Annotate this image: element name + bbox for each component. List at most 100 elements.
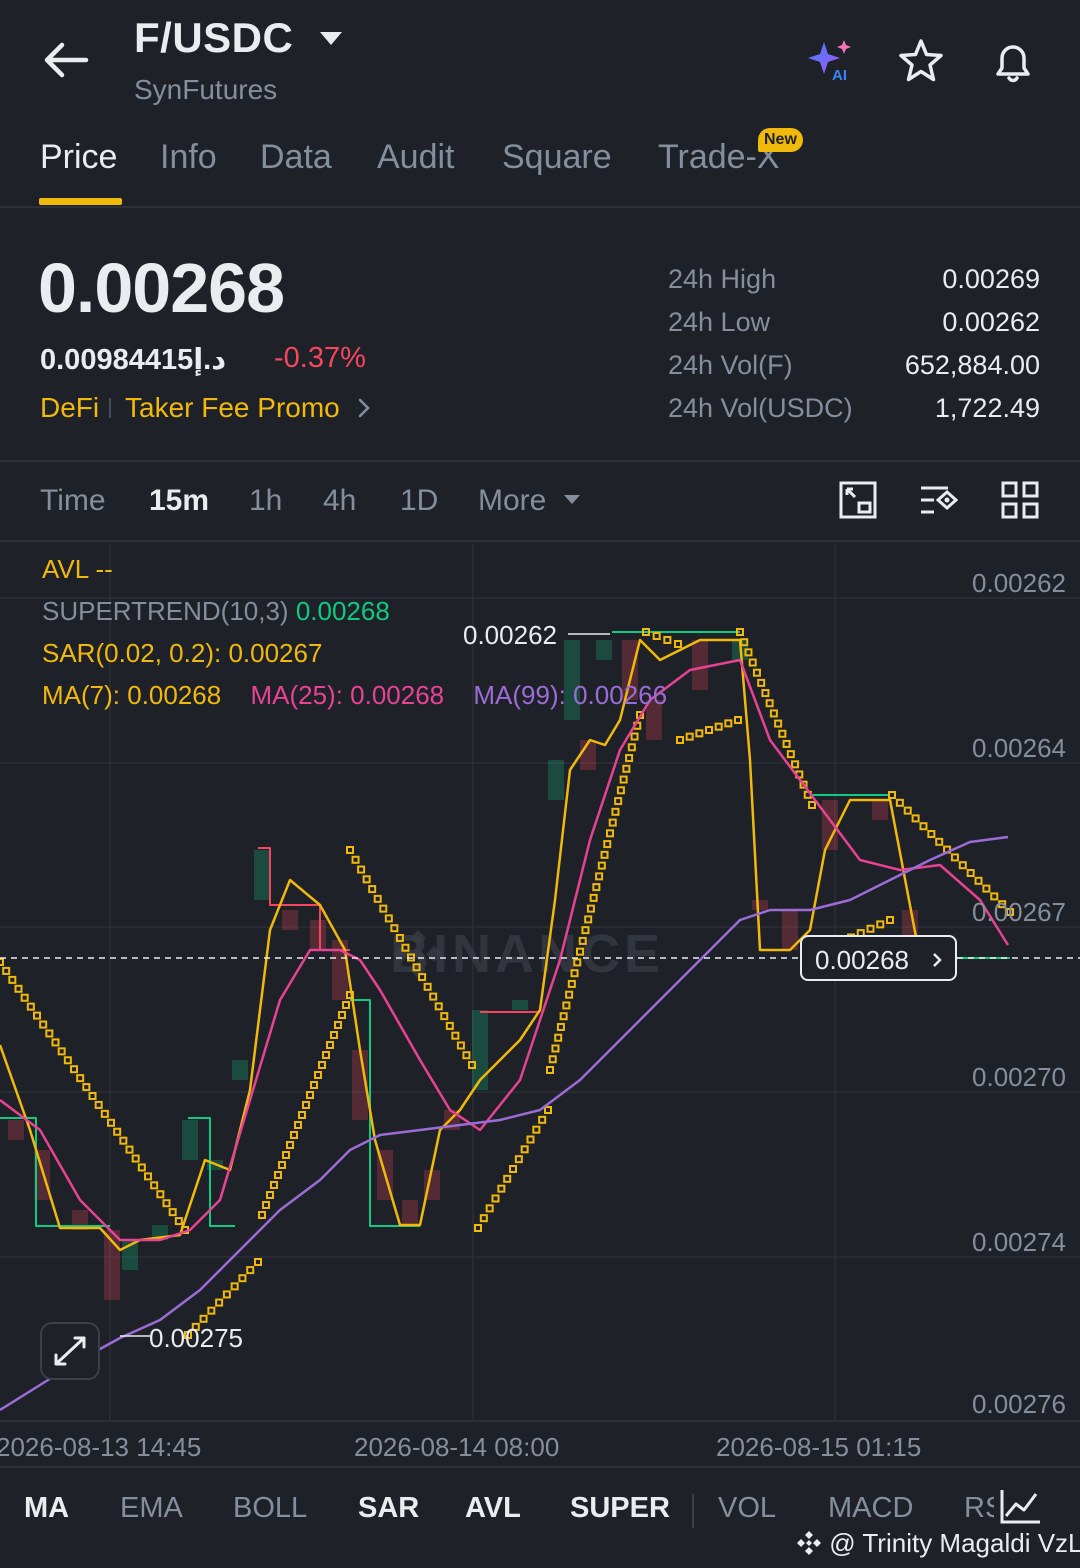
tab-price[interactable]: Price xyxy=(40,138,117,177)
promo-tag[interactable]: Taker Fee Promo xyxy=(125,392,340,424)
star-icon[interactable] xyxy=(896,36,946,86)
sar-dot xyxy=(314,1071,322,1079)
sar-dot xyxy=(342,1001,350,1009)
caret-down-icon[interactable] xyxy=(562,492,582,506)
sar-dot xyxy=(199,1314,208,1323)
sar-dot xyxy=(274,1171,282,1179)
timeframe-4h[interactable]: 4h xyxy=(323,484,356,518)
sar-dot xyxy=(491,1194,500,1203)
sar-dot xyxy=(619,775,628,784)
chevron-right-icon[interactable] xyxy=(356,396,372,420)
category-tag[interactable]: DeFi xyxy=(40,392,99,424)
sar-dot xyxy=(950,853,959,862)
sar-dot xyxy=(886,916,894,924)
sar-dot xyxy=(290,1131,298,1139)
sar-dot xyxy=(51,1038,60,1047)
indicator-super[interactable]: SUPER xyxy=(570,1492,670,1525)
fullscreen-chart-icon[interactable] xyxy=(838,480,878,520)
sar-dot xyxy=(616,786,625,795)
legend-ma25-label: MA(25): xyxy=(250,680,343,710)
sar-dot xyxy=(652,632,661,640)
indicator-avl[interactable]: AVL xyxy=(465,1492,521,1525)
timeframe-15m[interactable]: 15m xyxy=(149,484,209,518)
sar-dot xyxy=(614,797,623,806)
legend-sar: SAR(0.02, 0.2): 0.00267 xyxy=(42,638,322,669)
new-badge: New xyxy=(758,128,803,152)
indicator-ema[interactable]: EMA xyxy=(120,1492,183,1525)
sar-dot xyxy=(310,1081,318,1089)
sar-dot xyxy=(278,1161,286,1169)
sar-dot xyxy=(606,829,614,838)
sar-dot xyxy=(207,1306,216,1315)
sar-dot xyxy=(298,1111,306,1119)
timeframe-more[interactable]: More xyxy=(478,484,546,518)
sar-dot xyxy=(786,750,795,759)
pair-title[interactable]: F/USDC xyxy=(134,14,293,62)
binance-logo-icon xyxy=(797,1531,821,1555)
indicator-vol[interactable]: VOL xyxy=(718,1492,776,1525)
candle-body xyxy=(8,1120,24,1140)
ai-sparkle-icon[interactable]: AI xyxy=(806,36,856,86)
sar-dot xyxy=(0,958,4,966)
sar-dot xyxy=(974,876,983,885)
timeframe-time[interactable]: Time xyxy=(40,484,106,518)
back-arrow-icon[interactable] xyxy=(38,38,92,82)
sar-dot xyxy=(322,1051,330,1059)
y-axis-label: 0.00274 xyxy=(972,1227,1066,1257)
tab-data[interactable]: Data xyxy=(260,138,332,177)
sar-dot xyxy=(462,1051,471,1060)
sar-dot xyxy=(600,850,609,859)
sar-dot xyxy=(544,1106,552,1114)
sar-dot xyxy=(597,861,606,870)
tab-info[interactable]: Info xyxy=(160,138,217,177)
sar-dot xyxy=(714,722,723,731)
current-price-label[interactable]: 0.00268 xyxy=(800,935,957,981)
sar-dot xyxy=(318,1061,326,1069)
sar-dot xyxy=(782,739,791,748)
sar-dot xyxy=(919,822,928,831)
sar-dot xyxy=(246,1266,255,1275)
sar-dot xyxy=(778,729,787,738)
sar-dot xyxy=(808,801,816,809)
grid-layout-icon[interactable] xyxy=(1000,480,1040,520)
sar-dot xyxy=(125,1145,134,1154)
sar-dot xyxy=(20,993,29,1002)
sar-dot xyxy=(162,1199,171,1208)
candle-body xyxy=(512,1000,528,1010)
y-axis-label: 0.00267 xyxy=(972,897,1066,927)
sar-dot xyxy=(876,920,885,929)
legend-supertrend-value: 0.00268 xyxy=(295,596,390,626)
timeframe-1h[interactable]: 1h xyxy=(249,484,282,518)
caret-down-icon[interactable] xyxy=(316,26,346,50)
legend-ma: MA(7): 0.00268 MA(25): 0.00268 MA(99): 0… xyxy=(42,680,667,711)
legend-ma7-value: 0.00268 xyxy=(127,680,222,710)
sar-dot xyxy=(351,855,360,864)
indicator-rsi[interactable]: RSI xyxy=(964,1492,994,1525)
bell-icon[interactable] xyxy=(988,36,1038,86)
indicator-macd[interactable]: MACD xyxy=(828,1492,913,1525)
indicator-sar[interactable]: SAR xyxy=(358,1492,419,1525)
candle-body xyxy=(182,1120,198,1160)
indicator-ma[interactable]: MA xyxy=(24,1492,69,1525)
tab-audit[interactable]: Audit xyxy=(377,138,455,177)
sar-dot xyxy=(174,1217,183,1226)
sar-dot xyxy=(503,1174,512,1183)
tab-square[interactable]: Square xyxy=(502,138,612,177)
chart-settings-icon[interactable] xyxy=(918,480,958,520)
legend-ma99-label: MA(99): xyxy=(473,680,566,710)
legend-ma99-value: 0.00266 xyxy=(573,680,668,710)
sar-dot xyxy=(586,904,595,913)
timeframe-1d[interactable]: 1D xyxy=(400,484,438,518)
sar-dot xyxy=(744,648,753,657)
sar-dot xyxy=(554,1033,563,1042)
sar-dot xyxy=(866,924,875,933)
sar-dot xyxy=(100,1109,109,1118)
sar-dot xyxy=(238,1274,247,1283)
indicator-chart-icon[interactable] xyxy=(998,1486,1042,1526)
expand-chart-button[interactable] xyxy=(40,1322,100,1380)
watermark-credit: @ Trinity Magaldi VzLr xyxy=(796,1528,1080,1559)
sar-dot xyxy=(548,1055,557,1064)
legend-sar-label: SAR(0.02, 0.2): xyxy=(42,638,222,668)
divider xyxy=(0,1420,1080,1422)
indicator-boll[interactable]: BOLL xyxy=(233,1492,307,1525)
